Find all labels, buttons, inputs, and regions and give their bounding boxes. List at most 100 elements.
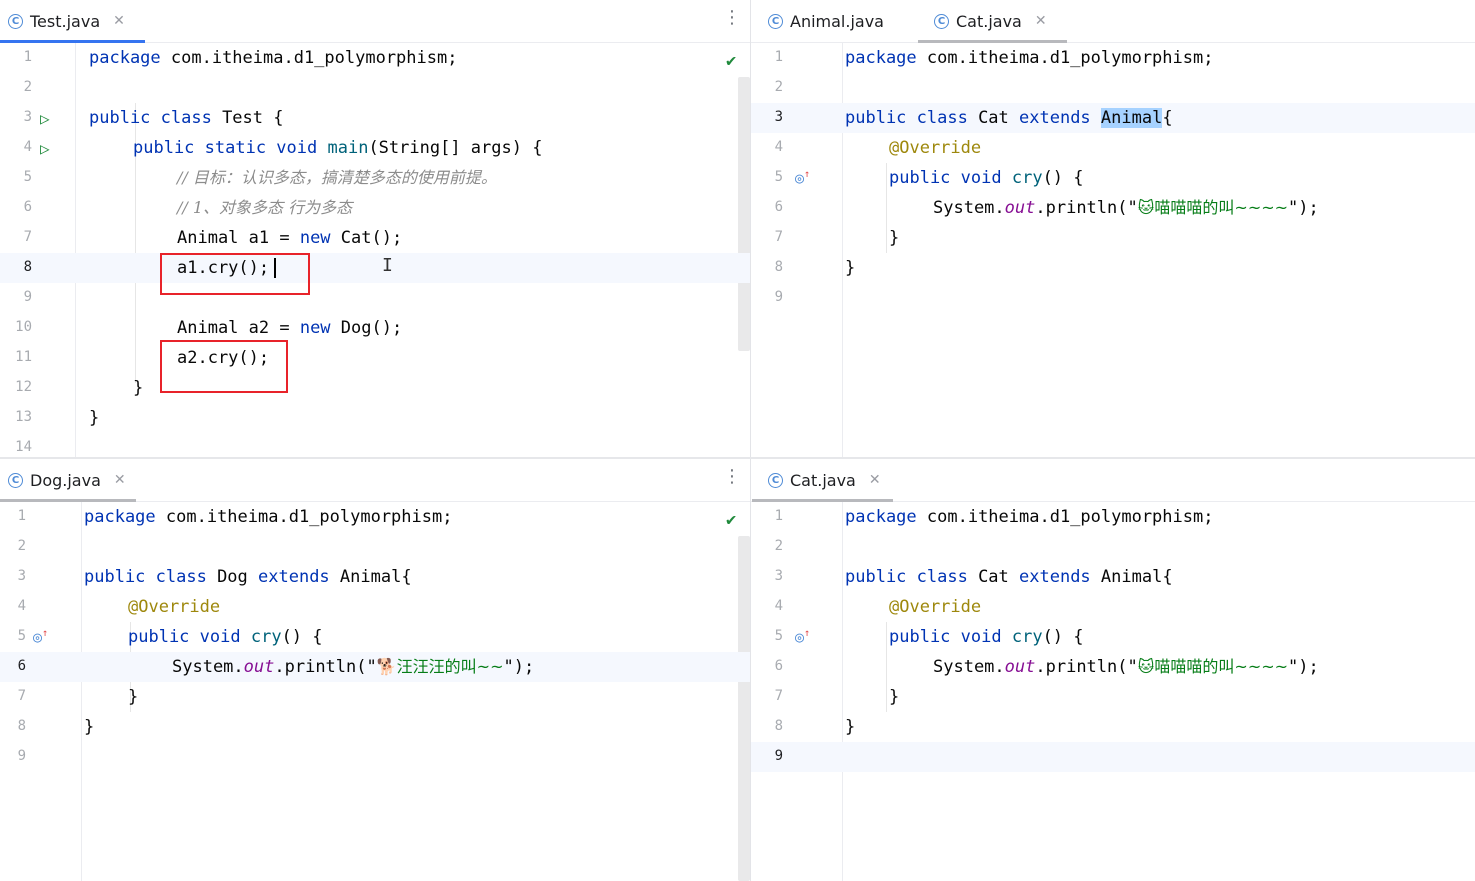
comment-line: // 目标：认识多态，搞清楚多态的使用前提。 [177,168,497,187]
annotation-box [160,253,310,295]
run-icon[interactable]: ▷ [40,109,50,128]
line-number: 5 [774,169,783,185]
tab-bar: C Animal.java C Cat.java ✕ [751,0,1475,43]
code-editor[interactable]: ✔ 1 package com.itheima.d1_polymorphism;… [0,502,750,881]
code-line: } [889,687,900,707]
code-line: } [845,258,856,278]
tab-label: Cat.java [956,11,1022,31]
line-number: 1 [774,49,783,65]
line-number: 9 [774,289,783,305]
line-number: 12 [15,379,32,395]
line-number: 6 [774,199,783,215]
line-number: 3 [23,109,32,125]
more-icon[interactable]: ⋮ [723,467,741,487]
line-number: 1 [23,49,32,65]
annotation-line: @Override [128,597,221,617]
line-number: 10 [15,319,32,335]
line-number: 2 [774,538,783,554]
line-number: 3 [774,109,783,125]
line-number: 4 [17,598,26,614]
line-number: 4 [774,598,783,614]
code-line: public class Cat extends Animal{ [845,108,1173,128]
class-icon: C [934,13,949,29]
override-icon[interactable]: ◎↑ [795,169,810,187]
code-line: public static void main(String[] args) { [133,138,543,158]
tab-cat-java[interactable]: C Cat.java ✕ [918,0,1067,43]
code-editor[interactable]: 1 package com.itheima.d1_polymorphism; 2… [751,43,1475,457]
close-icon[interactable]: ✕ [1035,13,1047,29]
close-icon[interactable]: ✕ [114,472,126,488]
close-icon[interactable]: ✕ [869,472,881,488]
line-number: 7 [23,229,32,245]
class-icon: C [768,472,783,488]
line-number: 8 [774,718,783,734]
line-number: 1 [774,508,783,524]
line-number: 6 [23,199,32,215]
override-icon[interactable]: ◎↑ [795,628,810,646]
code-line: System.out.println("🐱喵喵喵的叫~~~~"); [933,657,1319,677]
line-number: 6 [17,658,26,674]
code-line: } [889,228,900,248]
line-number: 2 [774,79,783,95]
line-number: 5 [23,169,32,185]
code-line: } [133,378,144,398]
code-line: } [89,408,100,428]
tab-dog-java[interactable]: C Dog.java ✕ [0,459,136,502]
code-line: public class Test { [89,108,284,128]
code-line: public class Dog extends Animal{ [84,567,412,587]
code-line: System.out.println("🐕汪汪汪的叫~~"); [172,657,535,677]
tab-label: Test.java [30,11,101,31]
line-number: 2 [17,538,26,554]
line-number: 4 [774,139,783,155]
editor-pane-cat-top: C Animal.java C Cat.java ✕ 1 package com… [751,0,1475,457]
editor-pane-cat-bottom: C Cat.java ✕ 1 package com.itheima.d1_po… [751,459,1475,881]
code-line: } [84,717,95,737]
comment-line: // 1、对象多态 行为多态 [177,198,353,217]
line-number: 11 [15,349,32,365]
code-line: } [845,717,856,737]
code-line: public void cry() { [889,627,1084,647]
code-line: package com.itheima.d1_polymorphism; [84,507,453,527]
line-number: 4 [23,139,32,155]
editor-pane-dog: C Dog.java ✕ ⋮ ✔ 1 package com.itheima.d… [0,459,750,881]
tab-animal-java[interactable]: C Animal.java [768,0,884,42]
override-icon[interactable]: ◎↑ [33,628,48,646]
code-editor[interactable]: ✔ 1 package com.itheima.d1_polymorphism;… [0,43,750,457]
line-number: 3 [774,568,783,584]
tab-label: Animal.java [790,11,884,31]
line-number: 5 [17,628,26,644]
code-line: Animal a2 = new Dog(); [177,318,403,338]
code-line: public class Cat extends Animal{ [845,567,1173,587]
close-icon[interactable]: ✕ [113,13,125,29]
line-number: 7 [774,229,783,245]
class-icon: C [8,13,23,29]
line-number: 14 [15,439,32,455]
line-number: 7 [774,688,783,704]
line-number: 2 [23,79,32,95]
code-line: package com.itheima.d1_polymorphism; [89,48,458,68]
code-line: System.out.println("🐱喵喵喵的叫~~~~"); [933,198,1319,218]
tab-test-java[interactable]: C Test.java ✕ [0,0,145,43]
code-line: package com.itheima.d1_polymorphism; [845,507,1214,527]
tab-label: Dog.java [30,470,101,490]
annotation-line: @Override [889,597,982,617]
line-number: 13 [15,409,32,425]
search-highlight: Animal [1100,108,1163,128]
class-icon: C [8,472,23,488]
line-number: 9 [774,748,783,764]
code-line: public void cry() { [889,168,1084,188]
more-icon[interactable]: ⋮ [723,8,741,28]
annotation-line: @Override [889,138,982,158]
tab-bar: C Test.java ✕ ⋮ [0,0,750,43]
line-number: 3 [17,568,26,584]
code-editor[interactable]: 1 package com.itheima.d1_polymorphism; 2… [751,502,1475,881]
tab-cat-java[interactable]: C Cat.java ✕ [752,459,893,502]
run-icon[interactable]: ▷ [40,139,50,158]
code-line: package com.itheima.d1_polymorphism; [845,48,1214,68]
line-number: 8 [774,259,783,275]
tab-bar: C Cat.java ✕ [751,459,1475,502]
code-line: public void cry() { [128,627,323,647]
line-number: 8 [23,259,32,275]
line-number: 5 [774,628,783,644]
line-number: 9 [23,289,32,305]
